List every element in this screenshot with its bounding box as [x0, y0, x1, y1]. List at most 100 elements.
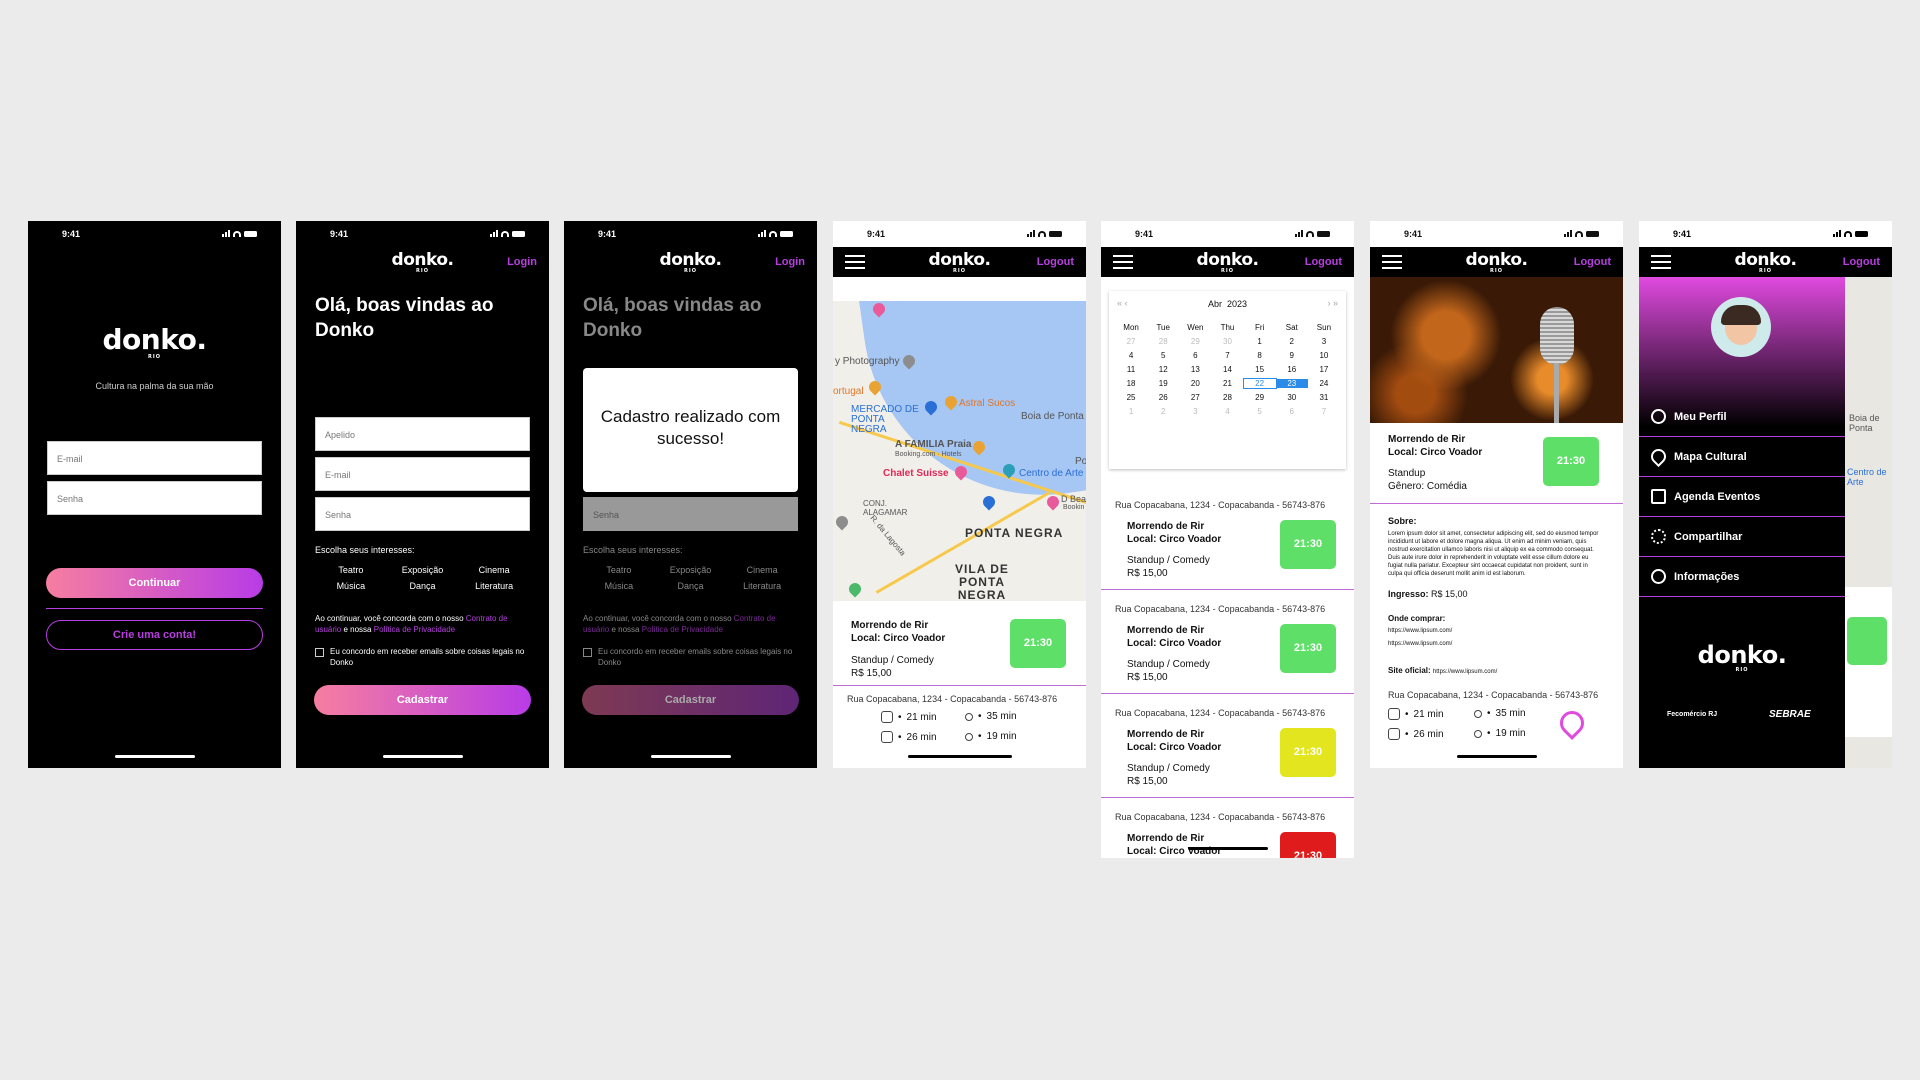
interest-option[interactable]: Teatro: [315, 565, 387, 575]
event-hero-image: [1370, 277, 1623, 423]
calendar-day[interactable]: 24: [1308, 379, 1340, 388]
interest-option[interactable]: Literatura: [458, 581, 530, 591]
interest-option[interactable]: Teatro: [583, 565, 655, 575]
submit-button[interactable]: Cadastrar: [314, 685, 531, 715]
calendar-day[interactable]: 3: [1308, 337, 1340, 346]
calendar-day[interactable]: 2: [1147, 407, 1179, 416]
menu-item-map[interactable]: Mapa Cultural: [1639, 437, 1845, 477]
logout-link[interactable]: Logout: [1037, 256, 1074, 268]
calendar-day[interactable]: 28: [1147, 337, 1179, 346]
login-link[interactable]: Login: [775, 256, 805, 268]
email-field[interactable]: E-mail: [315, 457, 530, 491]
map-view[interactable]: y Photography ortugal MERCADO DE PONTA N…: [833, 301, 1086, 601]
interest-option[interactable]: Dança: [387, 581, 459, 591]
calendar-day[interactable]: 8: [1244, 351, 1276, 360]
interest-option[interactable]: Exposição: [655, 565, 727, 575]
interest-option[interactable]: Música: [315, 581, 387, 591]
event-list-item[interactable]: Rua Copacabana, 1234 - Copacabanda - 567…: [1101, 590, 1354, 694]
interest-option[interactable]: Literatura: [726, 581, 798, 591]
menu-icon[interactable]: [1113, 255, 1133, 269]
menu-icon[interactable]: [1651, 255, 1671, 269]
interest-option[interactable]: Cinema: [726, 565, 798, 575]
calendar-day[interactable]: 30: [1211, 337, 1243, 346]
logout-link[interactable]: Logout: [1843, 256, 1880, 268]
menu-item-profile[interactable]: Meu Perfil: [1639, 397, 1845, 437]
calendar-day[interactable]: 12: [1147, 365, 1179, 374]
menu-icon[interactable]: [845, 255, 865, 269]
calendar-day[interactable]: 17: [1308, 365, 1340, 374]
calendar-day[interactable]: 4: [1115, 351, 1147, 360]
interest-option[interactable]: Dança: [655, 581, 727, 591]
map-pin-icon[interactable]: [833, 513, 851, 531]
menu-icon[interactable]: [1382, 255, 1402, 269]
calendar-day[interactable]: 1: [1115, 407, 1147, 416]
calendar-day[interactable]: 5: [1244, 407, 1276, 416]
map-pin-icon[interactable]: [980, 493, 998, 511]
nickname-field[interactable]: Apelido: [315, 417, 530, 451]
map-pin-icon[interactable]: [1044, 493, 1062, 511]
calendar-day[interactable]: 27: [1115, 337, 1147, 346]
calendar-day[interactable]: 13: [1179, 365, 1211, 374]
calendar-day[interactable]: 19: [1147, 379, 1179, 388]
calendar-day[interactable]: 14: [1211, 365, 1243, 374]
calendar-day[interactable]: 18: [1115, 379, 1147, 388]
buy-link[interactable]: https://www.lipsum.com/: [1388, 628, 1452, 634]
login-link[interactable]: Login: [507, 256, 537, 268]
password-field[interactable]: Senha: [47, 481, 262, 515]
interest-option[interactable]: Cinema: [458, 565, 530, 575]
event-list-item[interactable]: Rua Copacabana, 1234 - Copacabanda - 567…: [1101, 694, 1354, 798]
next-month-icon[interactable]: › »: [1327, 298, 1338, 308]
calendar-day[interactable]: 16: [1276, 365, 1308, 374]
calendar-day[interactable]: 20: [1179, 379, 1211, 388]
password-field[interactable]: Senha: [583, 497, 798, 531]
menu-item-share[interactable]: Compartilhar: [1639, 517, 1845, 557]
calendar-day[interactable]: 7: [1211, 351, 1243, 360]
calendar-day[interactable]: 22: [1242, 378, 1277, 389]
buy-link[interactable]: https://www.lipsum.com/: [1388, 641, 1452, 647]
logout-link[interactable]: Logout: [1305, 256, 1342, 268]
calendar-day[interactable]: 10: [1308, 351, 1340, 360]
calendar-day[interactable]: 2: [1276, 337, 1308, 346]
avatar[interactable]: [1711, 297, 1771, 357]
event-list-item[interactable]: Rua Copacabana, 1234 - Copacabanda - 567…: [1101, 486, 1354, 590]
calendar-day[interactable]: 6: [1276, 407, 1308, 416]
calendar-day[interactable]: 23: [1275, 379, 1308, 388]
calendar-day[interactable]: 27: [1179, 393, 1211, 402]
logout-link[interactable]: Logout: [1574, 256, 1611, 268]
submit-button[interactable]: Cadastrar: [582, 685, 799, 715]
calendar-day[interactable]: 3: [1179, 407, 1211, 416]
calendar-day[interactable]: 9: [1276, 351, 1308, 360]
calendar-day[interactable]: 30: [1276, 393, 1308, 402]
create-account-button[interactable]: Crie uma conta!: [46, 620, 263, 650]
event-card[interactable]: Morrendo de Rir Local: Circo Voador Stand…: [841, 607, 1078, 681]
calendar-day[interactable]: 6: [1179, 351, 1211, 360]
calendar-day[interactable]: 7: [1308, 407, 1340, 416]
email-field[interactable]: E-mail: [47, 441, 262, 475]
calendar-day[interactable]: 25: [1115, 393, 1147, 402]
calendar-day[interactable]: 15: [1244, 365, 1276, 374]
privacy-policy-link[interactable]: Política de Privacidade: [374, 625, 455, 634]
calendar-day[interactable]: 21: [1211, 379, 1243, 388]
calendar-day[interactable]: 31: [1308, 393, 1340, 402]
calendar-day[interactable]: 4: [1211, 407, 1243, 416]
interest-option[interactable]: Música: [583, 581, 655, 591]
continue-button[interactable]: Continuar: [46, 568, 263, 598]
location-pin-icon[interactable]: [1555, 706, 1589, 740]
prev-month-icon[interactable]: « ‹: [1117, 298, 1128, 308]
official-site-link[interactable]: https://www.lipsum.com/: [1433, 669, 1497, 675]
newsletter-checkbox[interactable]: [583, 648, 592, 657]
map-pin-icon[interactable]: [846, 580, 864, 598]
newsletter-checkbox[interactable]: [315, 648, 324, 657]
calendar-day[interactable]: 1: [1244, 337, 1276, 346]
menu-item-agenda[interactable]: Agenda Eventos: [1639, 477, 1845, 517]
calendar-day[interactable]: 28: [1211, 393, 1243, 402]
password-field[interactable]: Senha: [315, 497, 530, 531]
menu-item-info[interactable]: Informações: [1639, 557, 1845, 597]
calendar-day[interactable]: 11: [1115, 365, 1147, 374]
calendar-day[interactable]: 5: [1147, 351, 1179, 360]
calendar-day[interactable]: 29: [1179, 337, 1211, 346]
privacy-policy-link[interactable]: Política de Privacidade: [642, 625, 723, 634]
calendar-day[interactable]: 26: [1147, 393, 1179, 402]
calendar-day[interactable]: 29: [1244, 393, 1276, 402]
interest-option[interactable]: Exposição: [387, 565, 459, 575]
